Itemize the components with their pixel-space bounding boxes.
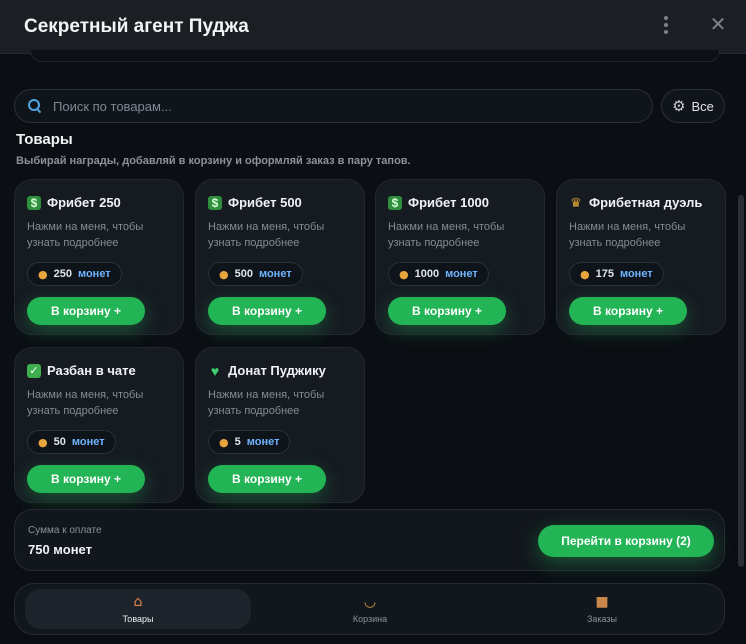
- nav-item-orders[interactable]: ■ Заказы: [489, 589, 715, 629]
- add-to-cart-button[interactable]: В корзину +: [388, 297, 506, 325]
- add-to-cart-button[interactable]: В корзину +: [208, 465, 326, 493]
- close-icon[interactable]: ✕: [706, 11, 730, 37]
- title-bar: Секретный агент Пуджа ✕: [0, 0, 746, 54]
- money-bag-icon: ●: [38, 435, 48, 449]
- money-icon: $: [388, 195, 402, 210]
- package-icon: ■: [595, 593, 609, 610]
- product-description: Нажми на меня, чтобы узнать подробнее: [208, 221, 325, 249]
- nav-label: Корзина: [352, 613, 388, 624]
- money-bag-icon: ●: [219, 435, 229, 449]
- gear-icon: ⚙: [672, 97, 686, 115]
- price-amount: 1000: [414, 268, 440, 280]
- filter-all-button[interactable]: ⚙ Все: [661, 89, 725, 123]
- product-description: Нажми на меня, чтобы узнать подробнее: [569, 221, 686, 249]
- section-subtitle: Выбирай награды, добавляй в корзину и оф…: [16, 155, 411, 167]
- add-to-cart-button[interactable]: В корзину +: [569, 297, 687, 325]
- price-currency: монет: [246, 436, 280, 448]
- price-amount: 175: [595, 268, 614, 280]
- add-to-cart-button[interactable]: В корзину +: [208, 297, 326, 325]
- add-to-cart-button[interactable]: В корзину +: [27, 297, 145, 325]
- price-badge: ● 175 монет: [569, 262, 664, 286]
- product-description: Нажми на меня, чтобы узнать подробнее: [27, 389, 144, 417]
- product-description: Нажми на меня, чтобы узнать подробнее: [208, 389, 325, 417]
- price-currency: монет: [77, 268, 111, 280]
- top-panel-edge: [30, 50, 720, 62]
- filter-all-label: Все: [691, 98, 714, 114]
- search-bar[interactable]: [14, 89, 653, 123]
- price-amount: 500: [234, 268, 253, 280]
- product-name: Фрибет 250: [47, 195, 121, 210]
- money-bag-icon: ●: [580, 267, 590, 281]
- product-card[interactable]: $ Фрибет 1000 Нажми на меня, чтобы узнат…: [375, 179, 545, 335]
- price-amount: 5: [234, 436, 241, 448]
- basket-icon: ◡: [363, 593, 377, 610]
- money-bag-icon: ●: [38, 267, 48, 281]
- go-to-cart-button[interactable]: Перейти в корзину (2): [538, 525, 714, 557]
- more-options-icon[interactable]: [656, 13, 676, 37]
- total-label: Сумма к оплате: [28, 525, 102, 536]
- price-currency: монет: [619, 268, 653, 280]
- product-card[interactable]: $ Фрибет 250 Нажми на меня, чтобы узнать…: [14, 179, 184, 335]
- product-name: Фрибет 500: [228, 195, 302, 210]
- price-currency: монет: [445, 268, 478, 280]
- price-amount: 50: [53, 436, 66, 448]
- nav-label: Заказы: [586, 613, 618, 624]
- scrollbar[interactable]: [738, 195, 744, 567]
- price-amount: 250: [53, 268, 72, 280]
- green-heart-icon: ♥: [210, 362, 220, 379]
- cart-summary: Сумма к оплате 750 монет Перейти в корзи…: [14, 509, 725, 571]
- product-description: Нажми на меня, чтобы узнать подробнее: [27, 221, 144, 249]
- product-name: Разбан в чате: [47, 363, 136, 378]
- price-badge: ● 1000 монет: [388, 262, 489, 286]
- add-to-cart-button[interactable]: В корзину +: [27, 465, 145, 493]
- product-name: Фрибетная дуэль: [589, 195, 703, 210]
- section-title: Товары: [16, 131, 73, 148]
- price-badge: ● 250 монет: [27, 262, 122, 286]
- product-card[interactable]: $ Фрибет 500 Нажми на меня, чтобы узнать…: [195, 179, 365, 335]
- price-badge: ● 500 монет: [208, 262, 303, 286]
- product-name: Фрибет 1000: [408, 195, 490, 210]
- bottom-nav: ⌂ Товары ◡ Корзина ■ Заказы: [14, 583, 725, 635]
- nav-label: Товары: [122, 613, 154, 624]
- product-name: Донат Пуджику: [228, 363, 326, 378]
- product-card[interactable]: ♥ Донат Пуджику Нажми на меня, чтобы узн…: [195, 347, 365, 503]
- money-bag-icon: ●: [399, 267, 409, 281]
- nav-item-cart[interactable]: ◡ Корзина: [257, 589, 483, 629]
- window-title: Секретный агент Пуджа: [24, 15, 249, 37]
- price-badge: ● 50 монет: [27, 430, 116, 454]
- money-bag-icon: ●: [219, 267, 229, 281]
- trophy-icon: ♛: [570, 194, 582, 210]
- product-card[interactable]: ✓ Разбан в чате Нажми на меня, чтобы узн…: [14, 347, 184, 503]
- search-input[interactable]: [53, 98, 652, 114]
- house-icon: ⌂: [133, 593, 143, 610]
- price-currency: монет: [71, 436, 105, 448]
- total-amount: 750 монет: [28, 542, 92, 557]
- money-icon: $: [27, 195, 41, 210]
- money-icon: $: [208, 195, 222, 210]
- price-currency: монет: [258, 268, 292, 280]
- nav-item-products[interactable]: ⌂ Товары: [25, 589, 251, 629]
- check-box-icon: ✓: [27, 363, 41, 378]
- product-description: Нажми на меня, чтобы узнать подробнее: [388, 221, 505, 249]
- price-badge: ● 5 монет: [208, 430, 291, 454]
- search-icon: [28, 99, 42, 113]
- product-card[interactable]: ♛ Фрибетная дуэль Нажми на меня, чтобы у…: [556, 179, 726, 335]
